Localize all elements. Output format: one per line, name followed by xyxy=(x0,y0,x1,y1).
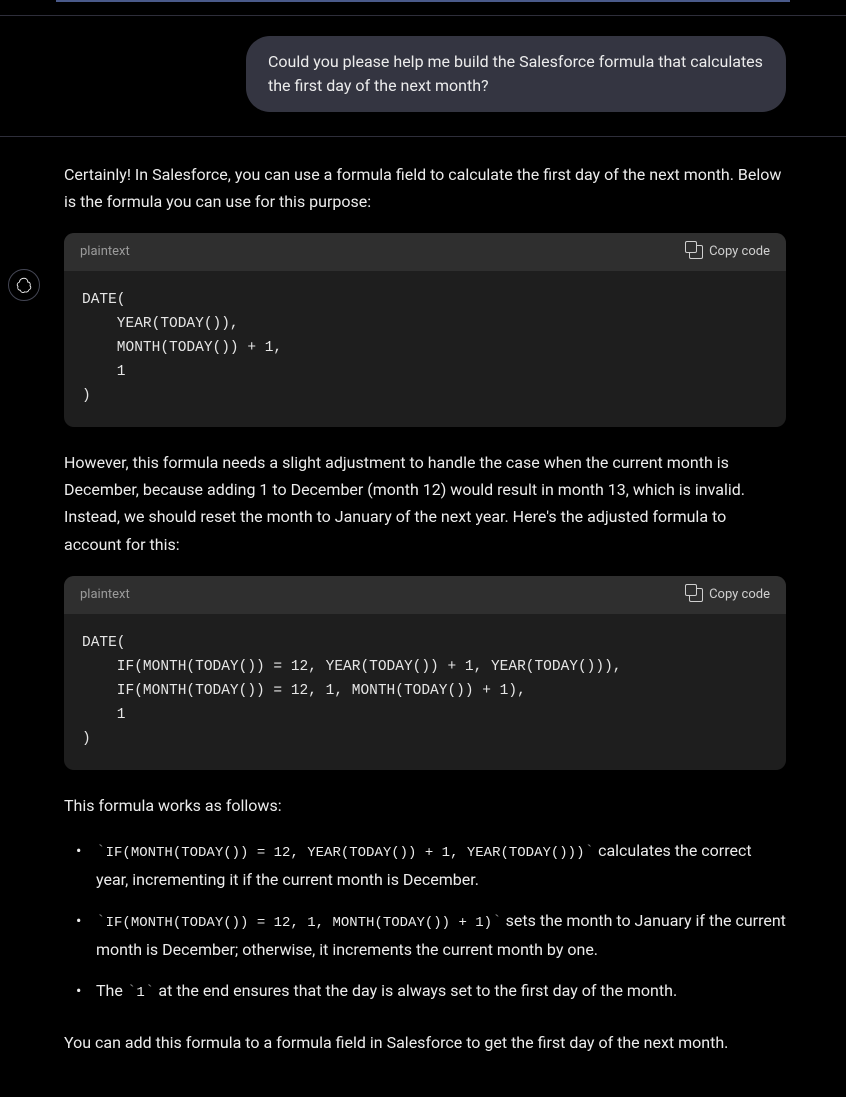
code-content-2[interactable]: DATE( IF(MONTH(TODAY()) = 12, YEAR(TODAY… xyxy=(64,614,786,770)
works-intro: This formula works as follows: xyxy=(64,792,786,819)
list-item: `IF(MONTH(TODAY()) = 12, 1, MONTH(TODAY(… xyxy=(72,907,786,963)
copy-label: Copy code xyxy=(709,241,770,263)
assistant-message-row: Certainly! In Salesforce, you can use a … xyxy=(0,137,846,1097)
top-divider xyxy=(0,2,846,16)
backtick: ` xyxy=(585,843,595,861)
user-message-text: Could you please help me build the Sales… xyxy=(268,52,763,95)
bullet-pre-text: The xyxy=(96,981,127,1000)
openai-logo-icon xyxy=(15,276,33,294)
copy-code-button[interactable]: Copy code xyxy=(689,584,770,606)
code-block-2: plaintext Copy code DATE( IF(MONTH(TODAY… xyxy=(64,576,786,770)
code-lang-label: plaintext xyxy=(80,584,130,606)
inline-code: 1 xyxy=(136,985,144,1001)
user-message-bubble: Could you please help me build the Sales… xyxy=(246,36,786,112)
outro-paragraph: You can add this formula to a formula fi… xyxy=(64,1029,786,1056)
code-header-2: plaintext Copy code xyxy=(64,576,786,614)
adjustment-paragraph: However, this formula needs a slight adj… xyxy=(64,449,786,558)
list-item: `IF(MONTH(TODAY()) = 12, YEAR(TODAY()) +… xyxy=(72,837,786,893)
list-item: The `1` at the end ensures that the day … xyxy=(72,977,786,1006)
inline-code: IF(MONTH(TODAY()) = 12, YEAR(TODAY()) + … xyxy=(106,845,585,861)
code-block-1: plaintext Copy code DATE( YEAR(TODAY()),… xyxy=(64,233,786,427)
backtick: ` xyxy=(492,913,502,931)
code-content-1[interactable]: DATE( YEAR(TODAY()), MONTH(TODAY()) + 1,… xyxy=(64,271,786,427)
backtick: ` xyxy=(127,983,137,1001)
code-lang-label: plaintext xyxy=(80,241,130,263)
copy-label: Copy code xyxy=(709,584,770,606)
assistant-content: Certainly! In Salesforce, you can use a … xyxy=(64,161,786,1056)
user-message-row: Could you please help me build the Sales… xyxy=(0,16,846,137)
backtick: ` xyxy=(145,983,155,1001)
assistant-avatar xyxy=(8,269,40,301)
copy-icon xyxy=(689,245,703,259)
explanation-list: `IF(MONTH(TODAY()) = 12, YEAR(TODAY()) +… xyxy=(64,837,786,1007)
copy-icon xyxy=(689,588,703,602)
intro-paragraph: Certainly! In Salesforce, you can use a … xyxy=(64,161,786,215)
backtick: ` xyxy=(96,843,106,861)
bullet-text: at the end ensures that the day is alway… xyxy=(154,981,677,1000)
inline-code: IF(MONTH(TODAY()) = 12, 1, MONTH(TODAY()… xyxy=(106,915,492,931)
backtick: ` xyxy=(96,913,106,931)
code-header-1: plaintext Copy code xyxy=(64,233,786,271)
copy-code-button[interactable]: Copy code xyxy=(689,241,770,263)
